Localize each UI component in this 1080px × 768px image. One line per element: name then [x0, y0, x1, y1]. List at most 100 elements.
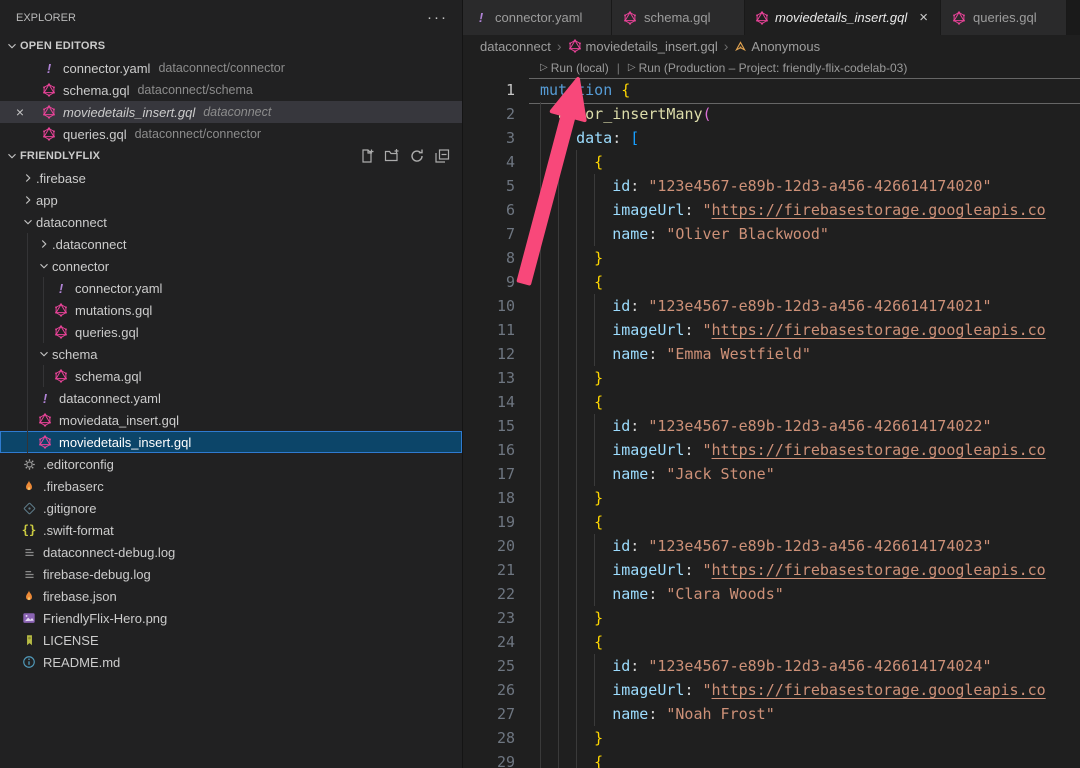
- code-line[interactable]: 29{: [463, 750, 1080, 768]
- tree-file--firebaserc[interactable]: .firebaserc: [0, 475, 462, 497]
- close-icon[interactable]: ×: [917, 9, 930, 26]
- code-line[interactable]: 9{: [463, 270, 1080, 294]
- code-line[interactable]: 22name: "Clara Woods": [463, 582, 1080, 606]
- tree-folder-schema[interactable]: schema: [0, 343, 462, 365]
- tree-file--swift-format[interactable]: {}.swift-format: [0, 519, 462, 541]
- tree-file-moviedata-insert-gql[interactable]: moviedata_insert.gql: [0, 409, 462, 431]
- code-line[interactable]: 21imageUrl: "https://firebasestorage.goo…: [463, 558, 1080, 582]
- tree-folder-app[interactable]: app: [0, 189, 462, 211]
- code-line[interactable]: 14{: [463, 390, 1080, 414]
- breadcrumb-label: dataconnect: [480, 39, 551, 54]
- code-line[interactable]: 18}: [463, 486, 1080, 510]
- tab-queries-gql[interactable]: queries.gql: [941, 0, 1067, 35]
- file-name: .gitignore: [43, 501, 96, 516]
- line-number: 28: [463, 726, 515, 750]
- code-line[interactable]: 8}: [463, 246, 1080, 270]
- tree-file-schema-gql[interactable]: schema.gql: [0, 365, 462, 387]
- code-line[interactable]: 6imageUrl: "https://firebasestorage.goog…: [463, 198, 1080, 222]
- code-line[interactable]: 25id: "123e4567-e89b-12d3-a456-426614174…: [463, 654, 1080, 678]
- codelens-run-link[interactable]: ▷Run (Production – Project: friendly-fli…: [628, 61, 908, 75]
- open-editor-item[interactable]: schema.gqldataconnect/schema: [0, 79, 462, 101]
- breadcrumb-item[interactable]: Anonymous: [734, 39, 820, 54]
- code-line[interactable]: 4{: [463, 150, 1080, 174]
- code-line[interactable]: 3data: [: [463, 126, 1080, 150]
- code-line[interactable]: 23}: [463, 606, 1080, 630]
- code-line[interactable]: 2actor_insertMany(: [463, 102, 1080, 126]
- flame-icon: [20, 478, 38, 494]
- code-line[interactable]: 7name: "Oliver Blackwood": [463, 222, 1080, 246]
- breadcrumb-item[interactable]: moviedetails_insert.gql: [568, 39, 718, 54]
- refresh-explorer-button[interactable]: [409, 148, 425, 164]
- codelens-label: Run (local): [551, 61, 609, 75]
- gear-icon: [20, 456, 38, 472]
- tab-label: schema.gql: [644, 10, 710, 25]
- code-line[interactable]: 5id: "123e4567-e89b-12d3-a456-4266141740…: [463, 174, 1080, 198]
- open-editor-path: dataconnect/connector: [158, 61, 284, 75]
- new-folder-button[interactable]: [384, 148, 400, 164]
- folder-name: .dataconnect: [52, 237, 126, 252]
- line-number: 2: [463, 102, 515, 126]
- code-line[interactable]: 26imageUrl: "https://firebasestorage.goo…: [463, 678, 1080, 702]
- tree-folder-connector[interactable]: connector: [0, 255, 462, 277]
- tree-file-queries-gql[interactable]: queries.gql: [0, 321, 462, 343]
- tree-file--editorconfig[interactable]: .editorconfig: [0, 453, 462, 475]
- tree-file--gitignore[interactable]: .gitignore: [0, 497, 462, 519]
- close-icon[interactable]: ×: [12, 104, 28, 120]
- tree-file-readme-md[interactable]: README.md: [0, 651, 462, 673]
- codelens-run-link[interactable]: ▷Run (local): [540, 61, 609, 75]
- tree-folder--firebase[interactable]: .firebase: [0, 167, 462, 189]
- code-line[interactable]: 19{: [463, 510, 1080, 534]
- code-line[interactable]: 10id: "123e4567-e89b-12d3-a456-426614174…: [463, 294, 1080, 318]
- code-line[interactable]: 1mutation {: [463, 78, 1080, 102]
- code-line[interactable]: 27name: "Noah Frost": [463, 702, 1080, 726]
- new-file-button[interactable]: [359, 148, 375, 164]
- more-actions-icon[interactable]: ···: [427, 9, 448, 26]
- tree-file-moviedetails-insert-gql[interactable]: moviedetails_insert.gql: [0, 431, 462, 453]
- open-editor-item[interactable]: × moviedetails_insert.gqldataconnect: [0, 101, 462, 123]
- tree-file-mutations-gql[interactable]: mutations.gql: [0, 299, 462, 321]
- tab-label: moviedetails_insert.gql: [775, 10, 907, 25]
- open-editors-list: !connector.yamldataconnect/connector sch…: [0, 57, 462, 145]
- code-line[interactable]: 11imageUrl: "https://firebasestorage.goo…: [463, 318, 1080, 342]
- code-line[interactable]: 16imageUrl: "https://firebasestorage.goo…: [463, 438, 1080, 462]
- file-name: dataconnect.yaml: [59, 391, 161, 406]
- code-line[interactable]: 20id: "123e4567-e89b-12d3-a456-426614174…: [463, 534, 1080, 558]
- tree-file-firebase-debug-log[interactable]: firebase-debug.log: [0, 563, 462, 585]
- code-line[interactable]: 17name: "Jack Stone": [463, 462, 1080, 486]
- collapse-folders-button[interactable]: [434, 148, 450, 164]
- tree-file-connector-yaml[interactable]: !connector.yaml: [0, 277, 462, 299]
- tab-connector-yaml[interactable]: !connector.yaml: [463, 0, 612, 35]
- code-line[interactable]: 28}: [463, 726, 1080, 750]
- code-editor[interactable]: 1mutation {2actor_insertMany(3data: [4{5…: [463, 78, 1080, 768]
- open-editor-path: dataconnect/connector: [135, 127, 261, 141]
- line-number: 17: [463, 462, 515, 486]
- tree-file-dataconnect-yaml[interactable]: !dataconnect.yaml: [0, 387, 462, 409]
- open-editor-item[interactable]: !connector.yamldataconnect/connector: [0, 57, 462, 79]
- code-line[interactable]: 13}: [463, 366, 1080, 390]
- workspace-section-header[interactable]: FRIENDLYFLIX: [0, 145, 462, 167]
- git-icon: [20, 500, 38, 516]
- open-editors-label: OPEN EDITORS: [20, 40, 105, 52]
- line-number: 11: [463, 318, 515, 342]
- graphql-icon: [52, 368, 70, 384]
- breadcrumb-item[interactable]: dataconnect: [480, 39, 551, 54]
- code-line[interactable]: 12name: "Emma Westfield": [463, 342, 1080, 366]
- tab-schema-gql[interactable]: schema.gql: [612, 0, 745, 35]
- license-icon: [20, 632, 38, 648]
- open-editors-section-header[interactable]: OPEN EDITORS: [0, 35, 462, 57]
- line-number: 18: [463, 486, 515, 510]
- code-line[interactable]: 15id: "123e4567-e89b-12d3-a456-426614174…: [463, 414, 1080, 438]
- tree-folder-dataconnect[interactable]: dataconnect: [0, 211, 462, 233]
- tree-file-friendlyflix-hero-png[interactable]: FriendlyFlix-Hero.png: [0, 607, 462, 629]
- file-name: moviedetails_insert.gql: [59, 435, 191, 450]
- tree-file-dataconnect-debug-log[interactable]: dataconnect-debug.log: [0, 541, 462, 563]
- open-editor-item[interactable]: queries.gqldataconnect/connector: [0, 123, 462, 145]
- breadcrumb-label: Anonymous: [751, 39, 820, 54]
- tree-folder--dataconnect[interactable]: .dataconnect: [0, 233, 462, 255]
- tab-moviedetails-insert-gql[interactable]: moviedetails_insert.gql ×: [745, 0, 941, 35]
- codelens-separator: |: [617, 61, 620, 75]
- tree-file-firebase-json[interactable]: firebase.json: [0, 585, 462, 607]
- explorer-sidebar: EXPLORER ··· OPEN EDITORS !connector.yam…: [0, 0, 463, 768]
- code-line[interactable]: 24{: [463, 630, 1080, 654]
- tree-file-license[interactable]: LICENSE: [0, 629, 462, 651]
